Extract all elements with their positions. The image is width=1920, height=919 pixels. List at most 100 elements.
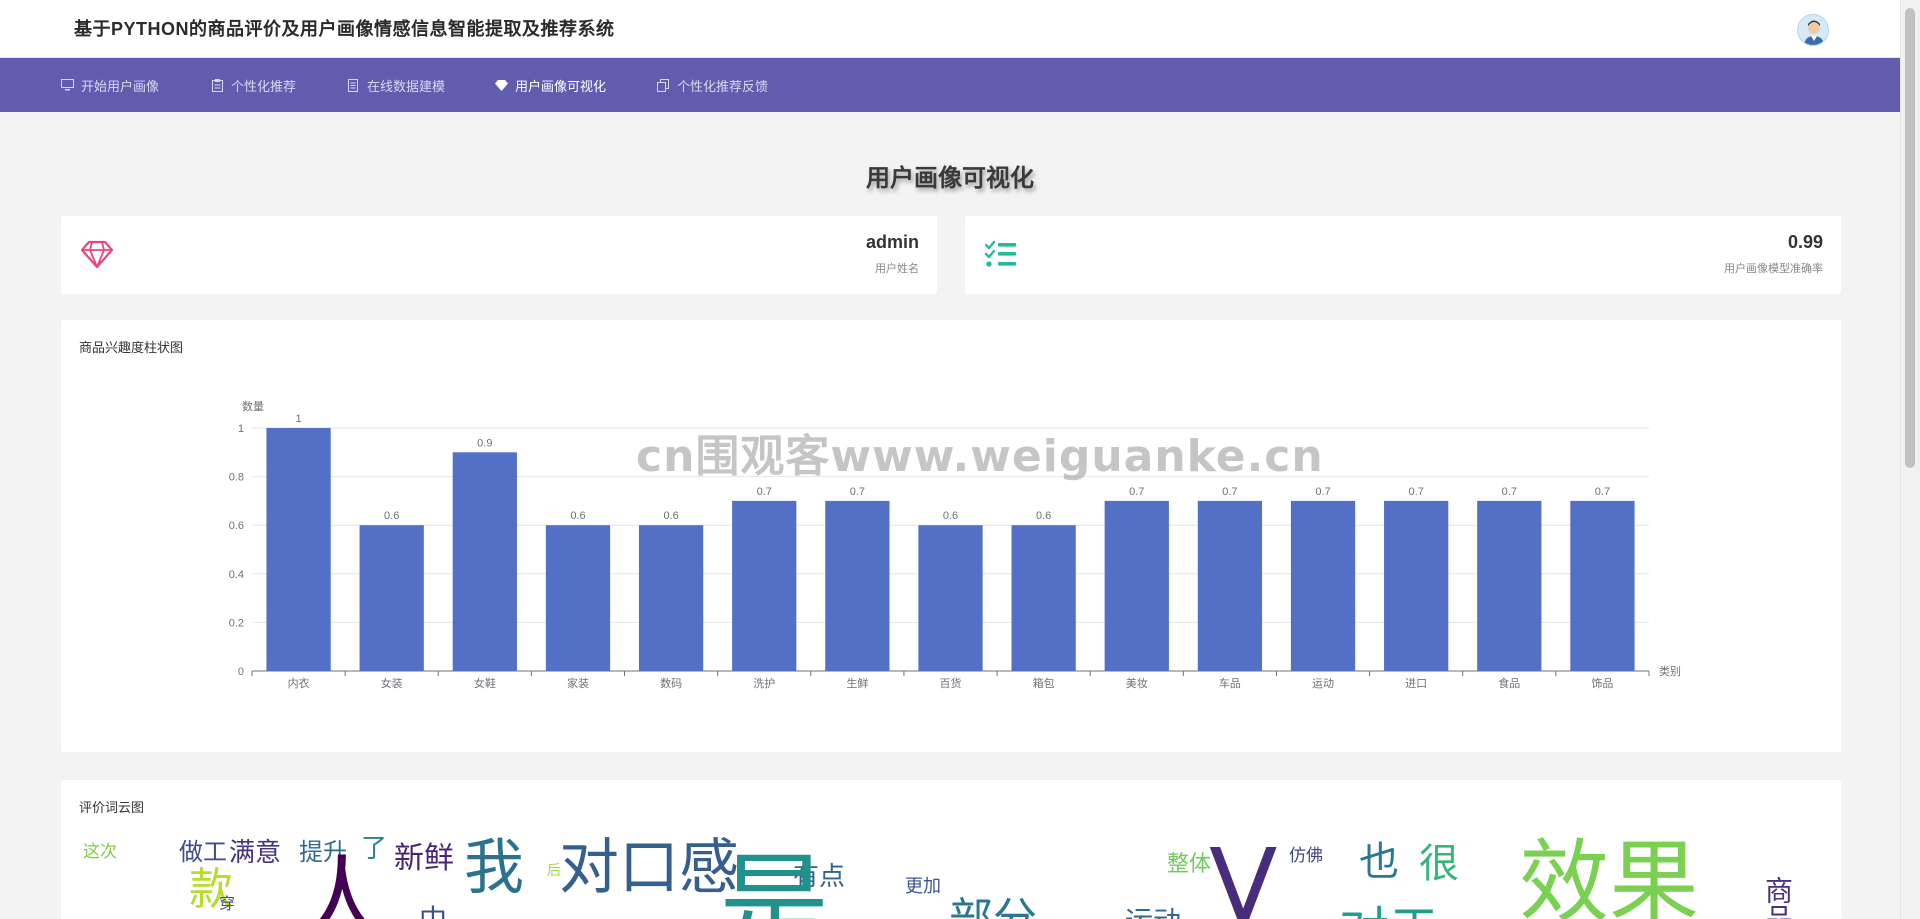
wordcloud-word: 中	[419, 906, 447, 919]
nav-item-label: 用户画像可视化	[515, 78, 607, 94]
wordcloud-word: 新鲜	[394, 841, 454, 876]
interest-bar-chart: 0 0.2 0.4 0.6 0.8 1 1 内衣 0.6 女装 0.9 女鞋 0.6 家装 0.6 数码 0.7…	[229, 400, 1681, 690]
wordcloud-word: 我	[464, 836, 524, 903]
wordcloud-word: 也	[1359, 839, 1399, 885]
user-avatar[interactable]	[1797, 14, 1829, 46]
nav-item-start-profiling[interactable]: 开始用户画像	[60, 58, 159, 112]
chart-data-label: 0.7	[1222, 486, 1237, 498]
chart-y-tick-label: 0.8	[229, 472, 244, 484]
page-title: 用户画像可视化	[866, 165, 1034, 192]
chart-x-tick-label: 箱包	[1033, 676, 1055, 690]
wordcloud-word: V	[1209, 836, 1278, 919]
nav-item-recommendation-feedback[interactable]: 个性化推荐反馈	[656, 58, 768, 112]
nav-item-label: 开始用户画像	[81, 78, 160, 94]
chart-data-label: 0.6	[1036, 510, 1051, 522]
checklist-icon	[983, 236, 1019, 272]
chart-x-tick-label: 洗护	[753, 676, 775, 690]
wordcloud-word: 仿佛	[1289, 846, 1323, 866]
nav-item-recommendation[interactable]: 个性化推荐	[210, 58, 296, 112]
wordcloud-image: 这次做工满意提升了新鲜我对口感有点更加整体仿佛也很效果中部分运动对于款人V后穿是…	[79, 836, 1823, 919]
accuracy-card: 0.99 用户画像模型准确率	[965, 216, 1841, 294]
wordcloud-word: 更加	[905, 876, 941, 897]
chart-bar	[1104, 500, 1169, 671]
chart-data-label: 0.7	[1595, 486, 1610, 498]
chart-bar	[1290, 500, 1356, 671]
nav-item-profile-visualization[interactable]: 用户画像可视化	[494, 58, 606, 112]
clipboard-icon	[210, 78, 224, 92]
wordcloud-word: 商品	[1761, 876, 1794, 919]
chart-y-axis-label: 数量	[242, 400, 264, 413]
wordcloud-word: 很	[1419, 841, 1459, 887]
wordcloud-word: 人	[294, 846, 390, 919]
nav-item-label: 个性化推荐反馈	[677, 78, 769, 94]
interest-chart-card: 商品兴趣度柱状图 0 0.2 0.4 0.6 0.8 1 1 内衣 0.6 女装 0.9 女鞋 0.6 家…	[61, 320, 1841, 752]
chart-x-tick-label: 女装	[381, 676, 403, 690]
top-header: 基于PYTHON的商品评价及用户画像情感信息智能提取及推荐系统	[0, 0, 1900, 58]
chart-y-tick-label: 0.2	[229, 617, 244, 629]
scrollbar-thumb[interactable]	[1905, 8, 1915, 468]
chart-data-label: 0.7	[1409, 486, 1424, 498]
chart-data-label: 0.6	[943, 510, 958, 522]
username-label: 用户姓名	[875, 263, 919, 275]
chart-data-label: 0.7	[1502, 486, 1517, 498]
wordcloud-word: 对口感	[559, 836, 739, 903]
chart-data-label: 0.7	[757, 486, 772, 498]
chart-bar	[638, 525, 704, 671]
chart-bar	[918, 525, 983, 671]
chart-bar	[732, 500, 797, 671]
wordcloud-word: 效果	[1519, 836, 1699, 919]
scroll-up-arrow-icon[interactable]	[1905, 1, 1915, 13]
username-value: admin	[865, 232, 919, 252]
wordcloud-word: 做工	[179, 838, 227, 866]
chart-x-tick-label: 运动	[1312, 677, 1334, 690]
nav-item-online-modeling[interactable]: 在线数据建模	[346, 58, 445, 112]
chart-bar	[1570, 500, 1635, 671]
wordcloud-word: 穿	[219, 894, 236, 913]
chart-bar	[452, 452, 517, 671]
chart-x-tick-label: 家装	[567, 676, 589, 690]
chart-y-tick-label: 0	[238, 666, 244, 678]
chart-x-tick-label: 女鞋	[474, 676, 496, 690]
chart-bar	[1011, 525, 1076, 671]
chart-data-label: 0.6	[384, 510, 399, 522]
chart-data-label: 0.7	[1129, 486, 1144, 498]
diamond-icon	[494, 78, 508, 92]
chart-bar	[359, 525, 424, 671]
chart-y-tick-label: 0.4	[229, 569, 244, 581]
chart-bar	[266, 428, 331, 671]
chart-bar	[1197, 500, 1263, 671]
chart-data-label: 1	[296, 413, 302, 425]
document-icon	[346, 78, 360, 92]
wordcloud-word: 后	[547, 863, 561, 879]
wordcloud-card: 评价词云图 这次做工满意提升了新鲜我对口感有点更加整体仿佛也很效果中部分运动对于…	[61, 780, 1841, 919]
chart-x-tick-label: 食品	[1498, 676, 1520, 690]
chart-x-axis-label: 类别	[1659, 664, 1681, 678]
chart-x-tick-label: 生鲜	[846, 676, 868, 690]
chart-bar	[545, 525, 611, 671]
chart-y-tick-label: 0.6	[229, 520, 244, 532]
chart-x-tick-label: 数码	[660, 677, 682, 690]
diamond-icon	[79, 236, 115, 272]
wordcloud-word: 运动	[1125, 908, 1181, 919]
wordcloud-word: 这次	[83, 842, 117, 862]
copy-icon	[656, 78, 670, 92]
main-nav: 开始用户画像 个性化推荐 在线数据建模 用户画像可视化 个性化推荐反馈	[0, 58, 1900, 112]
chart-y-tick-label: 1	[238, 423, 244, 435]
chart-data-label: 0.9	[477, 437, 492, 449]
chart-x-tick-label: 饰品	[1591, 676, 1613, 690]
accuracy-label: 用户画像模型准确率	[1724, 263, 1823, 275]
chart-x-tick-label: 百货	[940, 676, 962, 690]
chart-data-label: 0.7	[850, 486, 865, 498]
chart-x-tick-label: 内衣	[288, 676, 310, 690]
nav-item-label: 在线数据建模	[367, 78, 446, 94]
watermark: cn围观客www.weiguanke.cn	[636, 431, 1324, 482]
wordcloud-word: 部分	[949, 898, 1037, 919]
chart-x-tick-label: 车品	[1219, 676, 1241, 690]
chart-bar	[1477, 500, 1542, 671]
chart-x-tick-label: 进口	[1405, 677, 1427, 690]
username-card: admin 用户姓名	[61, 216, 937, 294]
wordcloud-word: 整体	[1167, 852, 1212, 877]
chart-x-tick-label: 美妆	[1126, 677, 1148, 690]
app-title: 基于PYTHON的商品评价及用户画像情感信息智能提取及推荐系统	[74, 19, 615, 39]
wordcloud-word: 满意	[229, 838, 282, 868]
